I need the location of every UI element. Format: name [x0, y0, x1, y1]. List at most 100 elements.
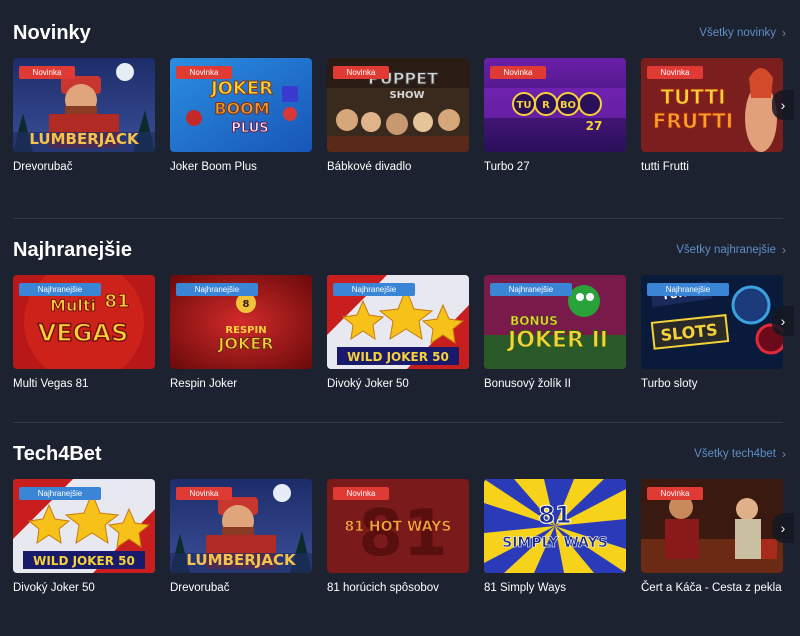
- svg-text:TU: TU: [517, 100, 532, 111]
- game-name: Joker Boom Plus: [170, 161, 257, 173]
- chevron-right-icon: ›: [780, 313, 786, 329]
- svg-text:VEGAS: VEGAS: [38, 319, 129, 347]
- see-all-label: Všetky novinky: [699, 27, 776, 39]
- chevron-right-icon: ›: [780, 97, 786, 113]
- game-name: Multi Vegas 81: [13, 378, 89, 390]
- chevron-right-icon: ›: [782, 26, 786, 40]
- game-thumbnail: JOKER BOOM PLUS Novinka: [170, 58, 312, 152]
- game-card[interactable]: Multi 81 VEGAS Najhranejšie Multi Vegas …: [13, 275, 155, 391]
- scroll-right-button[interactable]: ›: [772, 513, 794, 543]
- game-card[interactable]: TUTTI FRUTTI Novinka tutti Frutti: [641, 58, 783, 174]
- game-card[interactable]: 81 81 HOT WAYS Novinka 81 horúcich spôso…: [327, 479, 469, 595]
- see-all-label: Všetky najhranejšie: [676, 244, 776, 256]
- game-card[interactable]: 81 SIMPLY WAYS 81 Simply Ways: [484, 479, 626, 595]
- game-art-title: LUMBERJACK: [29, 130, 140, 148]
- game-name: Drevorubač: [13, 161, 73, 173]
- game-name: 81 Simply Ways: [484, 582, 567, 594]
- game-thumbnail: 81 81 HOT WAYS Novinka: [327, 479, 469, 573]
- section-title: Novinky: [13, 22, 91, 44]
- game-thumbnail: LUMBERJACK Novinka: [170, 479, 312, 573]
- game-name: Divoký Joker 50: [13, 582, 95, 594]
- see-all-link[interactable]: Všetky tech4bet ›: [694, 447, 786, 461]
- game-thumbnail: PUPPET SHOW Novinka: [327, 58, 469, 152]
- game-card[interactable]: 8 RESPIN JOKER Najhranejšie Respin Joker: [170, 275, 312, 391]
- see-all-label: Všetky tech4bet: [694, 448, 776, 460]
- game-thumbnail: WILD JOKER 50 Najhranejšie: [13, 479, 155, 573]
- section-title: Tech4Bet: [13, 443, 102, 465]
- popular-badge: Najhranejšie: [19, 487, 101, 500]
- section-title: Najhranejšie: [13, 239, 132, 261]
- chevron-right-icon: ›: [780, 520, 786, 536]
- chevron-right-icon: ›: [782, 243, 786, 257]
- svg-text:WILD JOKER 50: WILD JOKER 50: [347, 350, 449, 364]
- see-all-link[interactable]: Všetky najhranejšie ›: [676, 243, 786, 257]
- game-name: Turbo 27: [484, 161, 530, 173]
- game-card[interactable]: TU R BO 27 Novinka Turbo 27: [484, 58, 626, 174]
- new-badge: Novinka: [333, 66, 389, 79]
- game-thumbnail: 8 RESPIN JOKER Najhranejšie: [170, 275, 312, 369]
- svg-text:JOKER: JOKER: [217, 334, 273, 353]
- game-name: Bábkové divadlo: [327, 161, 412, 173]
- game-art-title: WILD JOKER 50: [33, 554, 135, 568]
- game-thumbnail: TURBO SLOTS Najhranejšie: [641, 275, 783, 369]
- game-card[interactable]: Novinka Čert a Káča - Cesta z pekla: [641, 479, 783, 595]
- section-divider: [13, 422, 783, 423]
- game-art-title: LUMBERJACK: [186, 551, 297, 569]
- game-name: Drevorubač: [170, 582, 230, 594]
- svg-text:BOOM: BOOM: [214, 99, 269, 118]
- game-thumbnail: 81 SIMPLY WAYS: [484, 479, 626, 573]
- svg-text:Multi: Multi: [50, 296, 96, 315]
- svg-text:27: 27: [586, 119, 603, 133]
- game-thumbnail: TUTTI FRUTTI Novinka: [641, 58, 783, 152]
- game-art-title: 81 HOT WAYS: [345, 519, 452, 535]
- game-name: tutti Frutti: [641, 161, 689, 173]
- popular-badge: Najhranejšie: [19, 283, 101, 296]
- popular-badge: Najhranejšie: [333, 283, 415, 296]
- scroll-right-button[interactable]: ›: [772, 90, 794, 120]
- new-badge: Novinka: [19, 66, 75, 79]
- game-name: Divoký Joker 50: [327, 378, 409, 390]
- svg-text:81: 81: [538, 501, 571, 529]
- game-card[interactable]: BONUS JOKER II Najhranejšie Bonusový žol…: [484, 275, 626, 391]
- game-card[interactable]: TURBO SLOTS Najhranejšie Turbo sloty: [641, 275, 783, 391]
- svg-text:SIMPLY WAYS: SIMPLY WAYS: [502, 535, 608, 551]
- game-name: Čert a Káča - Cesta z pekla: [641, 582, 782, 594]
- game-thumbnail: WILD JOKER 50 Najhranejšie: [327, 275, 469, 369]
- game-name: Respin Joker: [170, 378, 238, 390]
- game-thumbnail: Multi 81 VEGAS Najhranejšie: [13, 275, 155, 369]
- popular-badge: Najhranejšie: [490, 283, 572, 296]
- game-name: Turbo sloty: [641, 378, 698, 390]
- game-card[interactable]: LUMBERJACK Novinka Drevorubač: [13, 58, 155, 174]
- game-card[interactable]: WILD JOKER 50 Najhranejšie Divoký Joker …: [327, 275, 469, 391]
- new-badge: Novinka: [490, 66, 546, 79]
- game-card[interactable]: PUPPET SHOW Novinka Bábkové divadlo: [327, 58, 469, 174]
- svg-text:BO: BO: [560, 100, 576, 111]
- game-name: 81 horúcich spôsobov: [327, 582, 439, 594]
- game-card[interactable]: WILD JOKER 50 Najhranejšie Divoký Joker …: [13, 479, 155, 595]
- new-badge: Novinka: [176, 66, 232, 79]
- svg-text:TUTTI: TUTTI: [660, 85, 725, 109]
- new-badge: Novinka: [176, 487, 232, 500]
- svg-text:JOKER II: JOKER II: [506, 328, 608, 353]
- game-name: Bonusový žolík II: [484, 378, 571, 390]
- new-badge: Novinka: [333, 487, 389, 500]
- svg-text:8: 8: [243, 299, 250, 310]
- game-thumbnail: BONUS JOKER II Najhranejšie: [484, 275, 626, 369]
- svg-text:BONUS: BONUS: [510, 314, 558, 328]
- game-thumbnail: Novinka: [641, 479, 783, 573]
- svg-text:PLUS: PLUS: [231, 121, 268, 136]
- game-card[interactable]: JOKER BOOM PLUS Novinka Joker Boom Plus: [170, 58, 312, 174]
- game-thumbnail: LUMBERJACK Novinka: [13, 58, 155, 152]
- see-all-link[interactable]: Všetky novinky ›: [699, 26, 786, 40]
- popular-badge: Najhranejšie: [647, 283, 729, 296]
- scroll-right-button[interactable]: ›: [772, 306, 794, 336]
- game-thumbnail: TU R BO 27 Novinka: [484, 58, 626, 152]
- svg-text:JOKER: JOKER: [209, 78, 273, 99]
- chevron-right-icon: ›: [782, 447, 786, 461]
- svg-text:FRUTTI: FRUTTI: [653, 109, 734, 133]
- svg-text:SHOW: SHOW: [389, 90, 424, 101]
- popular-badge: Najhranejšie: [176, 283, 258, 296]
- svg-text:81: 81: [104, 291, 129, 312]
- svg-text:R: R: [542, 100, 550, 111]
- game-card[interactable]: LUMBERJACK Novinka Drevorubač: [170, 479, 312, 595]
